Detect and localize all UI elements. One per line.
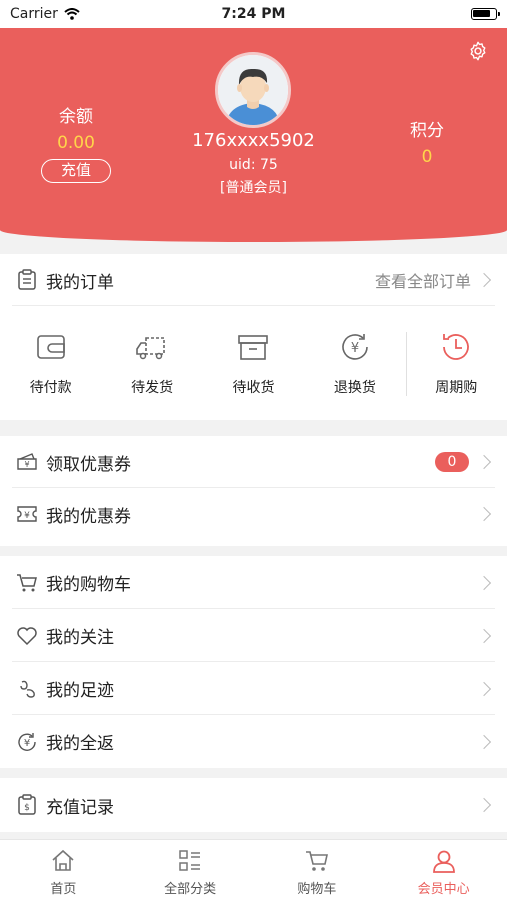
list-card: 我的购物车 我的关注 我的足迹 ¥ 我的全返	[0, 556, 507, 768]
recharge-log-label: 充值记录	[46, 797, 114, 818]
my-footprint-row[interactable]: 我的足迹	[0, 662, 507, 715]
points-label: 积分	[410, 121, 444, 141]
order-status-label: 待发货	[131, 380, 174, 396]
status-left: Carrier	[10, 6, 80, 22]
chevron-right-icon	[476, 734, 492, 749]
svg-text:¥: ¥	[24, 738, 30, 749]
chevron-right-icon	[476, 272, 492, 288]
balance-label: 余额	[59, 107, 93, 127]
order-status-pending-payment[interactable]: 待付款	[0, 329, 101, 397]
box-icon	[238, 335, 269, 360]
orders-title: 我的订单	[46, 272, 114, 293]
tab-cart[interactable]: 购物车	[254, 840, 381, 900]
chevron-right-icon	[476, 506, 492, 522]
my-footprint-label: 我的足迹	[46, 681, 114, 701]
cart-icon	[16, 572, 38, 594]
refund-icon: ¥	[342, 334, 368, 360]
settings-gear-icon[interactable]	[467, 40, 489, 62]
order-status-label: 待付款	[29, 380, 72, 396]
order-status-pending-shipment[interactable]: 待发货	[101, 329, 202, 397]
chevron-right-icon	[476, 454, 492, 470]
tab-cart-label: 购物车	[297, 882, 337, 897]
tab-categories-label: 全部分类	[164, 882, 217, 897]
footprint-icon	[16, 678, 38, 700]
truck-icon	[136, 337, 165, 360]
status-bar: Carrier 7:24 PM	[0, 0, 507, 28]
tab-member-center[interactable]: 会员中心	[380, 840, 507, 900]
clock-icon	[443, 334, 470, 360]
order-status-subscription[interactable]: 周期购	[406, 329, 507, 397]
my-coupons-row[interactable]: ¥ 我的优惠券	[0, 488, 507, 540]
coupon-claim-icon: ¥	[16, 451, 38, 473]
cart-icon	[305, 851, 328, 871]
points-block: 积分 0	[387, 116, 467, 167]
order-status-label: 退换货	[333, 380, 376, 396]
user-icon	[432, 850, 455, 873]
chevron-right-icon	[476, 628, 492, 643]
vertical-divider	[406, 332, 407, 396]
clipboard-dollar-icon: $	[16, 794, 38, 816]
chevron-right-icon	[476, 575, 492, 590]
svg-text:$: $	[24, 803, 30, 813]
order-status-return[interactable]: ¥ 退换货	[304, 329, 405, 397]
coupon-icon: ¥	[16, 503, 38, 525]
wifi-icon	[64, 8, 80, 20]
recharge-log-card: $ 充值记录	[0, 778, 507, 832]
carrier-label: Carrier	[10, 6, 58, 22]
order-status-label: 待收货	[232, 380, 275, 396]
tab-categories[interactable]: 全部分类	[127, 840, 254, 900]
order-status-label: 周期购	[435, 380, 478, 396]
user-avatar-icon	[218, 55, 288, 125]
svg-text:¥: ¥	[24, 460, 29, 469]
clipboard-icon	[16, 269, 38, 291]
my-cart-row[interactable]: 我的购物车	[0, 556, 507, 609]
view-all-orders-link[interactable]: 查看全部订单	[375, 268, 471, 292]
rebate-icon: ¥	[16, 731, 38, 753]
member-level: [普通会员]	[220, 180, 287, 196]
svg-text:¥: ¥	[24, 511, 30, 521]
chevron-right-icon	[476, 797, 492, 813]
svg-text:¥: ¥	[351, 341, 359, 356]
chevron-right-icon	[476, 681, 492, 696]
order-status-row: 待付款 待发货 待收货 ¥ 退换货 周期购	[0, 306, 507, 420]
home-icon	[52, 849, 74, 871]
wallet-icon	[36, 335, 65, 359]
my-coupons-label: 我的优惠券	[46, 506, 131, 527]
coupon-count-badge: 0	[435, 452, 469, 472]
claim-coupon-row[interactable]: ¥ 领取优惠券 0	[0, 436, 507, 488]
claim-coupon-label: 领取优惠券	[46, 454, 131, 475]
tab-bar: 首页 全部分类 购物车 会员中心	[0, 839, 507, 900]
avatar[interactable]	[215, 52, 291, 128]
orders-card: 我的订单 查看全部订单 待付款 待发货 待收货 ¥ 退换货 周期购	[0, 254, 507, 420]
coupons-card: ¥ 领取优惠券 0 ¥ 我的优惠券	[0, 436, 507, 546]
orders-header-row[interactable]: 我的订单 查看全部订单	[0, 254, 507, 306]
order-status-pending-receipt[interactable]: 待收货	[203, 329, 304, 397]
my-follow-label: 我的关注	[46, 628, 114, 648]
tab-member-center-label: 会员中心	[417, 882, 470, 897]
tab-home[interactable]: 首页	[0, 840, 127, 900]
heart-icon	[16, 625, 38, 647]
categories-icon	[179, 850, 201, 871]
battery-icon	[471, 8, 500, 20]
my-follow-row[interactable]: 我的关注	[0, 609, 507, 662]
profile-header: 余额 0.00 充值 176xxxx5902 uid: 75 [普通会员] 积分…	[0, 28, 507, 242]
tab-home-label: 首页	[50, 882, 77, 897]
my-rebate-row[interactable]: ¥ 我的全返	[0, 715, 507, 768]
points-value: 0	[421, 147, 433, 167]
my-rebate-label: 我的全返	[46, 734, 114, 754]
my-cart-label: 我的购物车	[46, 575, 131, 595]
recharge-log-row[interactable]: $ 充值记录	[0, 778, 507, 832]
